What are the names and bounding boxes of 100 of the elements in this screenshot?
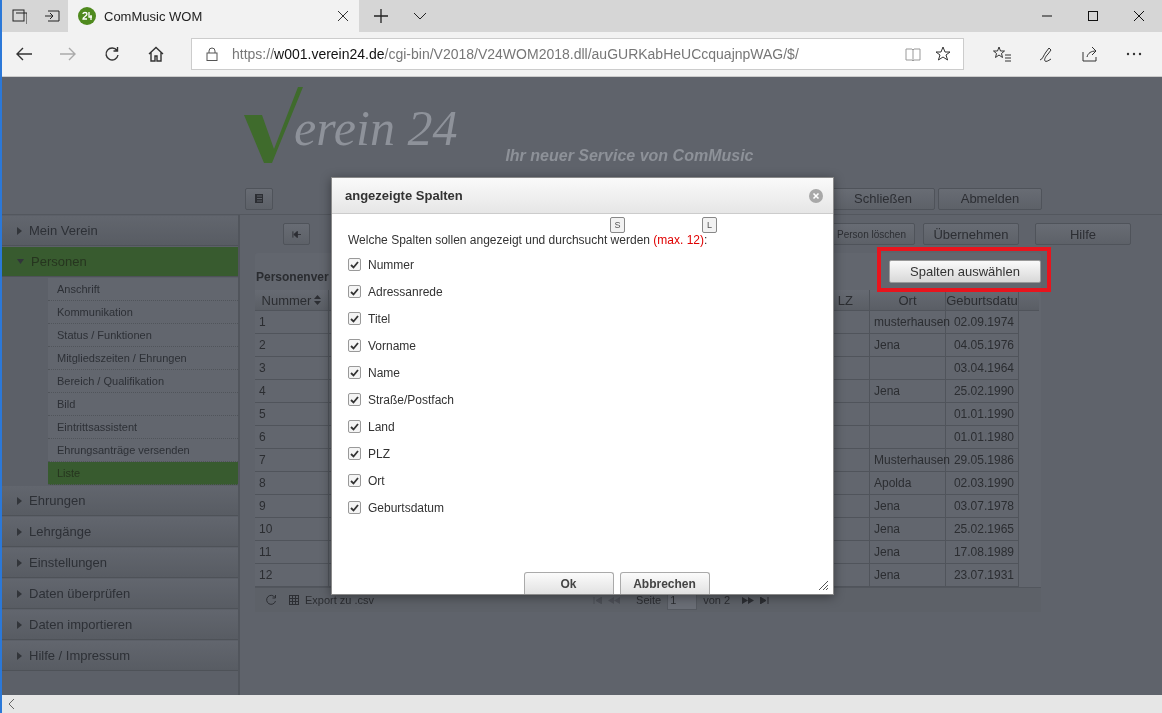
checkbox[interactable] <box>348 285 361 298</box>
sidebar-item[interactable]: Kommunikation <box>48 301 238 324</box>
column-option[interactable]: Name <box>348 359 817 386</box>
column-option[interactable]: Vorname <box>348 332 817 359</box>
column-header[interactable]: Geburtsdatu <box>946 290 1019 311</box>
more-icon[interactable] <box>1126 52 1142 56</box>
column-option[interactable]: Titel <box>348 305 817 332</box>
caret-right-icon <box>17 620 22 629</box>
back-icon[interactable] <box>15 46 33 62</box>
dialog-button[interactable]: Ok <box>523 572 614 594</box>
table-icon <box>289 595 299 605</box>
table-cell: 17.08.1989 <box>946 541 1019 564</box>
header-button[interactable]: Abmelden <box>938 187 1042 210</box>
pen-icon[interactable] <box>1038 46 1054 62</box>
chevron-down-icon[interactable] <box>412 12 427 20</box>
key-hint: L <box>702 217 717 233</box>
sidebar-item[interactable]: Bild <box>48 393 238 416</box>
checkbox[interactable] <box>348 447 361 460</box>
table-cell: 02.03.1990 <box>946 472 1019 495</box>
table-cell: 8 <box>255 472 329 495</box>
column-option[interactable]: Land <box>348 413 817 440</box>
table-cell: Jena <box>870 541 946 564</box>
tab-preview-icon[interactable] <box>43 8 60 24</box>
sidebar-item[interactable]: Anschrift <box>48 278 238 301</box>
tabs-aside-icon[interactable] <box>10 8 27 24</box>
close-icon[interactable] <box>1134 11 1144 21</box>
caret-right-icon <box>17 527 22 536</box>
checkbox[interactable] <box>348 474 361 487</box>
table-cell: Jena <box>870 495 946 518</box>
toolbar-button[interactable]: Hilfe <box>1035 223 1131 245</box>
caret-right-icon <box>17 558 22 567</box>
url-text: https://w001.verein24.de/cgi-bin/V2018/V24WOM2018.dll/auGURKabHeUCcquajnpWAG/$/ <box>232 46 800 62</box>
close-tab-icon[interactable] <box>337 10 349 22</box>
menu-button[interactable] <box>245 187 273 210</box>
table-cell: 01.01.1980 <box>946 426 1019 449</box>
table-cell: 03.07.1978 <box>946 495 1019 518</box>
checkbox[interactable] <box>348 366 361 379</box>
option-label: Nummer <box>368 257 414 272</box>
table-cell: 3 <box>255 357 329 380</box>
checkbox[interactable] <box>348 339 361 352</box>
checkbox[interactable] <box>348 312 361 325</box>
sidebar-item[interactable]: Status / Funktionen <box>48 324 238 347</box>
option-label: Vorname <box>368 338 417 353</box>
caret-down-icon <box>17 259 24 264</box>
column-option[interactable]: Geburtsdatum <box>348 494 817 521</box>
checkbox[interactable] <box>348 393 361 406</box>
select-columns-button[interactable]: Spalten auswählen <box>889 260 1041 283</box>
dialog-title: angezeigte Spalten <box>345 188 463 203</box>
table-cell: 04.05.1976 <box>946 334 1019 357</box>
table-cell: 9 <box>255 495 329 518</box>
column-option[interactable]: Ort <box>348 467 817 494</box>
resize-grip-icon[interactable] <box>818 580 829 591</box>
table-cell: Jena <box>870 334 946 357</box>
panel-title: Personenver <box>256 270 329 284</box>
option-label: Name <box>368 365 400 380</box>
table-cell: 11 <box>255 541 329 564</box>
favorites-icon[interactable] <box>993 46 1011 62</box>
option-label: Ort <box>368 473 385 488</box>
toolbar-button[interactable]: Übernehmen <box>923 223 1019 245</box>
column-option[interactable]: Nummer <box>348 251 817 278</box>
option-label: PLZ <box>368 446 390 461</box>
column-option[interactable]: PLZ <box>348 440 817 467</box>
checkbox[interactable] <box>348 501 361 514</box>
option-label: Land <box>368 419 395 434</box>
table-cell: 6 <box>255 426 329 449</box>
header-button[interactable]: Schließen <box>831 187 935 210</box>
share-icon[interactable] <box>1082 46 1098 62</box>
sidebar-item[interactable]: Mitgliedszeiten / Ehrungen <box>48 347 238 370</box>
sidebar-item[interactable]: Ehrungsanträge versenden <box>48 439 238 462</box>
column-header[interactable]: Ort <box>870 290 946 311</box>
lock-icon <box>206 47 218 61</box>
site-logo-icon <box>78 7 96 25</box>
address-field[interactable]: https://w001.verein24.de/cgi-bin/V2018/V24WOM2018.dll/auGURKabHeUCcquajnpWAG/$/ <box>191 38 964 70</box>
sidebar-item[interactable]: Eintrittsassistent <box>48 416 238 439</box>
table-cell: 1 <box>255 311 329 334</box>
home-icon[interactable] <box>148 46 164 62</box>
table-cell: 5 <box>255 403 329 426</box>
star-icon[interactable] <box>935 46 951 62</box>
table-cell: 7 <box>255 449 329 472</box>
prompt-text: Welche Spalten sollen angezeigt und durchsucht werden (max. 12): <box>348 233 709 247</box>
table-cell: 01.01.1990 <box>946 403 1019 426</box>
column-header[interactable]: Nummer <box>255 290 329 311</box>
dialog-button[interactable]: Abbrechen <box>619 572 710 594</box>
caret-right-icon <box>17 226 22 235</box>
table-cell: 03.04.1964 <box>946 357 1019 380</box>
table-cell: 25.02.1990 <box>946 380 1019 403</box>
column-option[interactable]: Adressanrede <box>348 278 817 305</box>
option-label: Straße/Postfach <box>368 392 455 407</box>
table-cell: Apolda <box>870 472 946 495</box>
maximize-icon[interactable] <box>1088 11 1098 21</box>
checkbox[interactable] <box>348 420 361 433</box>
column-option[interactable]: Straße/Postfach <box>348 386 817 413</box>
checkbox[interactable] <box>348 258 361 271</box>
new-tab-icon[interactable] <box>373 8 389 24</box>
tab-title: ComMusic WOM <box>104 8 204 24</box>
browser-tab[interactable]: ComMusic WOM <box>68 0 359 32</box>
refresh-icon[interactable] <box>104 46 120 62</box>
table-cell: 25.02.1965 <box>946 518 1019 541</box>
sidebar-item[interactable]: Bereich / Qualifikation <box>48 370 238 393</box>
table-cell: 2 <box>255 334 329 357</box>
